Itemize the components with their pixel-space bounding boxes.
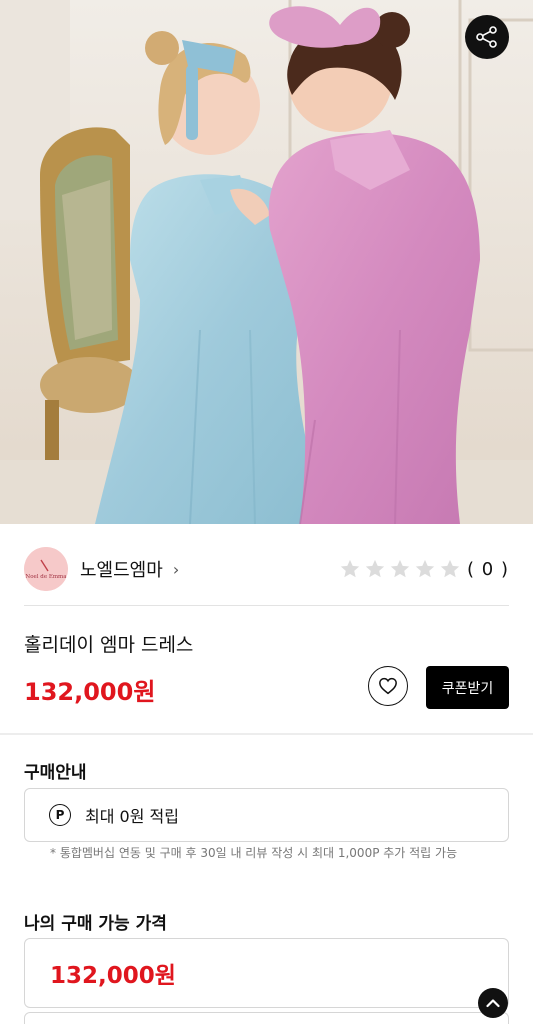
product-image[interactable] [0,0,533,524]
scroll-top-button[interactable] [478,988,508,1018]
star-icon [415,559,435,578]
like-button[interactable] [368,666,408,706]
logo-text: Noel de Emma [25,574,67,580]
brand-logo-icon: Noel de Emma [24,547,68,591]
product-title: 홀리데이 엠마 드레스 [24,634,194,656]
available-price-box: 132,000원 [24,938,509,1008]
seller-row: Noel de Emma 노엘드엠마 › ( 0 ) [24,546,509,592]
star-icon [340,559,360,578]
share-button[interactable] [465,15,509,59]
seller-logo[interactable]: Noel de Emma [24,547,68,591]
chevron-right-icon[interactable]: › [173,560,179,579]
seller-name[interactable]: 노엘드엠마 [80,556,163,582]
rating[interactable]: ( 0 ) [336,558,509,580]
star-icon [390,559,410,578]
share-icon [476,26,497,48]
points-icon: P [49,804,71,826]
chevron-up-icon [486,999,500,1008]
heart-icon [379,677,397,695]
star-icon [365,559,385,578]
review-count: ( 0 ) [467,558,509,580]
purchase-info-title: 구매안내 [24,763,87,783]
points-box: P 최대 0원 적립 [24,788,509,842]
available-price: 132,000원 [50,963,176,989]
coupon-button[interactable]: 쿠폰받기 [426,666,509,709]
divider [24,605,509,606]
points-note: * 통합멤버십 연동 및 구매 후 30일 내 리뷰 작성 시 최대 1,000… [50,846,458,860]
next-box [24,1012,509,1024]
product-price: 132,000원 [24,678,156,706]
points-text: 최대 0원 적립 [85,807,179,826]
star-icon [440,559,460,578]
section-divider [0,733,533,735]
available-price-title: 나의 구매 가능 가격 [24,914,167,934]
product-photo [0,0,533,524]
